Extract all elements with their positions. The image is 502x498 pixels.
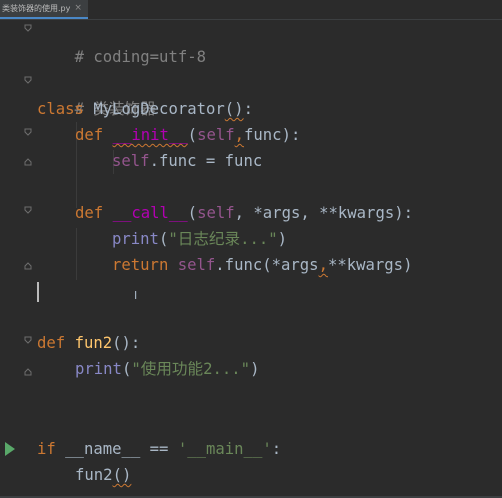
file-tab-label: 类装饰器的使用.py xyxy=(2,4,71,13)
self-token: self xyxy=(197,204,235,222)
file-tab[interactable]: 类装饰器的使用.py × xyxy=(0,0,88,19)
keyword-token: return xyxy=(112,256,169,274)
call-token: fun2 xyxy=(75,466,113,484)
fold-collapse-icon[interactable] xyxy=(24,128,32,136)
parens-token: () xyxy=(224,100,244,118)
code-line-10: return self.func(*args,**kwargs) xyxy=(112,252,412,278)
paren-token: ) xyxy=(277,230,288,248)
fold-end-icon[interactable] xyxy=(24,368,32,376)
self-token: self xyxy=(177,256,216,274)
editor-tab-bar: 类装饰器的使用.py × xyxy=(0,0,502,20)
builtin-token: print xyxy=(75,360,122,378)
code-line-17: if __name__ == '__main__': xyxy=(37,436,281,462)
string-token: '__main__' xyxy=(177,440,272,458)
method-name-token: __init__ xyxy=(112,126,188,144)
code-token: .func = func xyxy=(149,152,263,170)
string-token: "日志纪录..." xyxy=(168,230,278,248)
paren-token: ( xyxy=(187,204,198,222)
param-token: func xyxy=(244,126,282,144)
fold-end-icon[interactable] xyxy=(24,262,32,270)
method-name-token: __call__ xyxy=(112,204,188,222)
code-line-4: class MyLogDecorator(): xyxy=(37,96,253,122)
code-token: (): xyxy=(112,334,141,352)
fold-collapse-icon[interactable] xyxy=(24,24,32,32)
code-line-6: self.func = func xyxy=(112,148,262,174)
mouse-ibeam-icon: I xyxy=(134,289,138,302)
text-caret xyxy=(37,282,39,302)
code-line-13: def fun2(): xyxy=(37,330,140,356)
code-line-14: print("使用功能2...") xyxy=(75,356,259,382)
code-token: **kwargs) xyxy=(327,256,413,274)
fold-collapse-icon[interactable] xyxy=(24,76,32,84)
fold-end-icon[interactable] xyxy=(24,158,32,166)
paren-token: ( xyxy=(121,360,132,378)
self-token: self xyxy=(112,152,150,170)
code-line-8: def __call__(self, *args, **kwargs): xyxy=(75,200,413,226)
code-line-18: fun2() xyxy=(75,462,131,488)
keyword-token: def xyxy=(37,334,66,352)
code-token: .func(*args xyxy=(215,256,319,274)
editor-gutter xyxy=(0,20,32,498)
colon-token: : xyxy=(243,100,253,118)
comma-token: , xyxy=(234,126,245,144)
code-token: , *args, **kwargs): xyxy=(234,204,414,222)
code-line-9: print("日志纪录...") xyxy=(112,226,287,252)
self-token: self xyxy=(197,126,235,144)
colon-token: : xyxy=(271,440,282,458)
close-tab-icon[interactable]: × xyxy=(74,4,82,13)
function-name-token: fun2 xyxy=(74,334,113,352)
parens-token: () xyxy=(112,466,132,484)
keyword-token: if xyxy=(37,440,56,458)
code-line-5: def __init__(self,func): xyxy=(75,122,300,148)
string-token: "使用功能2..." xyxy=(131,360,251,378)
paren-token: ( xyxy=(187,126,198,144)
fold-collapse-icon[interactable] xyxy=(24,336,32,344)
comment-token: # coding=utf-8 xyxy=(74,48,206,66)
code-line-1: # coding=utf-8 xyxy=(37,18,206,66)
keyword-token: class xyxy=(37,100,84,118)
paren-token: ) xyxy=(250,360,260,378)
builtin-token: print xyxy=(112,230,159,248)
paren-token: ): xyxy=(281,126,301,144)
paren-token: ( xyxy=(158,230,169,248)
run-icon[interactable] xyxy=(5,442,15,456)
class-name-token: MyLogDecorator xyxy=(93,100,225,118)
code-token: __name__ == xyxy=(55,440,178,458)
code-line-3: # 类装饰器 xyxy=(37,70,156,118)
keyword-token: def xyxy=(75,126,104,144)
comma-token: , xyxy=(318,256,328,274)
keyword-token: def xyxy=(75,204,104,222)
fold-collapse-icon[interactable] xyxy=(24,206,32,214)
indent-guide xyxy=(76,228,77,280)
